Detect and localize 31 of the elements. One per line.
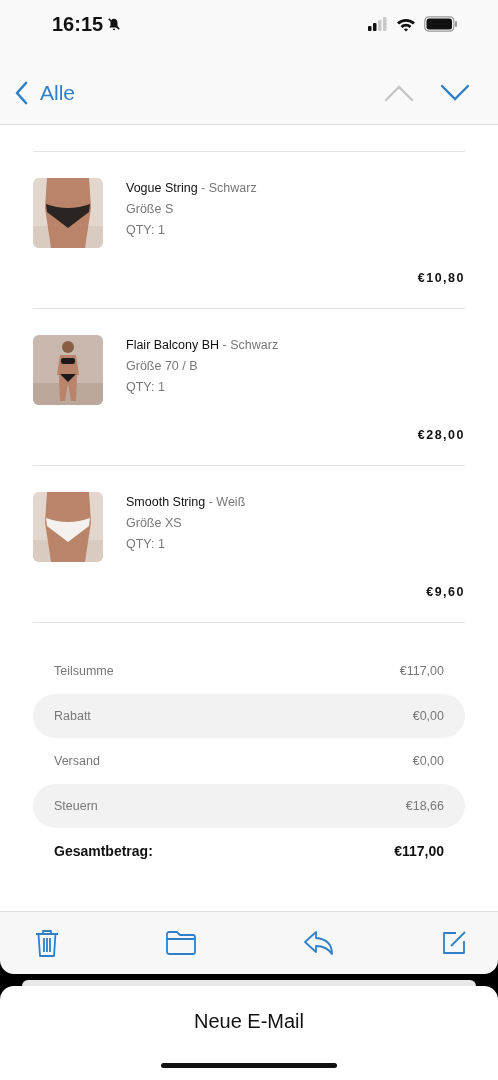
product-name: Vogue String - Schwarz — [126, 181, 257, 195]
product-name: Flair Balcony BH - Schwarz — [126, 338, 279, 352]
new-email-sheet[interactable]: Neue E-Mail — [0, 986, 498, 1080]
product-quantity: QTY: 1 — [126, 223, 166, 237]
summary-value: €18,66 — [405, 799, 444, 813]
wifi-icon — [396, 16, 416, 32]
product-size: Größe S — [126, 202, 175, 216]
muted-bell-icon — [107, 17, 122, 31]
summary-label: Teilsumme — [54, 664, 114, 678]
product-size: Größe 70 / B — [126, 359, 199, 373]
product-price: €10,80 — [417, 271, 465, 285]
summary-label: Versand — [54, 754, 100, 768]
summary-label: Rabatt — [54, 709, 91, 723]
summary-value: €0,00 — [412, 709, 444, 723]
product-price: €9,60 — [426, 585, 465, 599]
chevron-left-icon — [14, 81, 28, 105]
total-label: Gesamtbetrag: — [54, 843, 153, 859]
product-name: Smooth String - Weiß — [126, 495, 246, 509]
signal-icon — [368, 17, 388, 31]
product-size: Größe XS — [126, 516, 183, 530]
back-button[interactable]: Alle — [10, 77, 80, 109]
summary-label: Steuern — [54, 799, 98, 813]
total-value: €117,00 — [394, 843, 444, 859]
product-quantity: QTY: 1 — [126, 537, 166, 551]
battery-icon — [424, 16, 458, 32]
summary-value: €117,00 — [399, 664, 444, 678]
product-price: €28,00 — [417, 428, 465, 442]
sheet-title: Neue E-Mail — [193, 1010, 304, 1033]
product-quantity: QTY: 1 — [126, 380, 166, 394]
status-time: 16:15 — [52, 12, 104, 36]
summary-value: €0,00 — [412, 754, 444, 768]
